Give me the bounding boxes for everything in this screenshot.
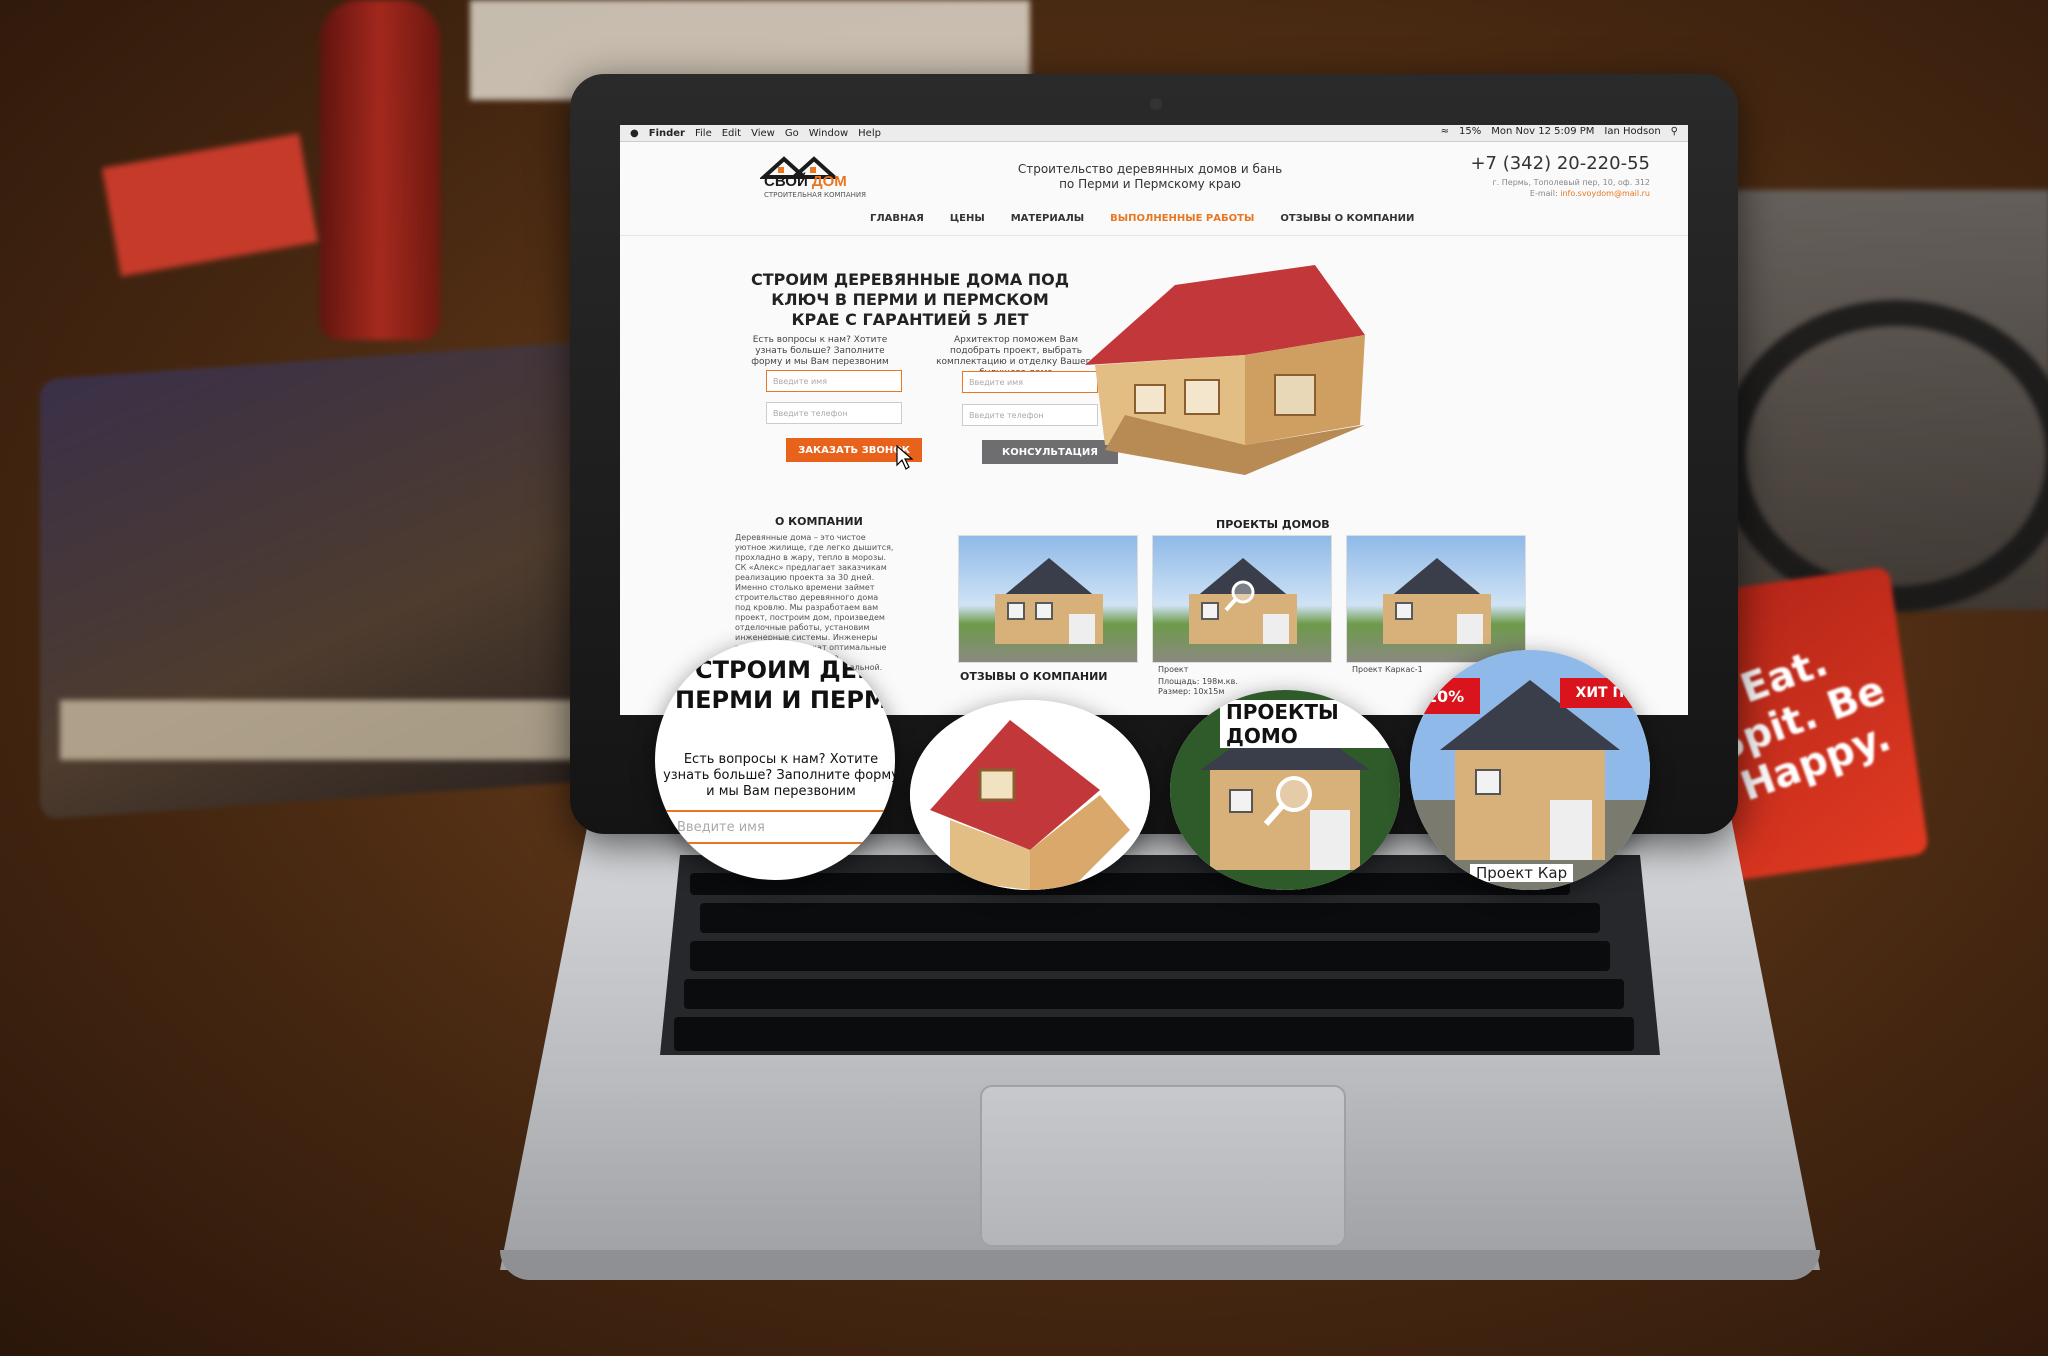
menu-window[interactable]: Window [809, 128, 848, 139]
clock[interactable]: Mon Nov 12 5:09 PM [1491, 126, 1594, 137]
battery-level[interactable]: 15% [1459, 126, 1481, 137]
project-caption[interactable]: Проект [1158, 665, 1188, 674]
logo-text[interactable]: СВОЙ ДОМ [764, 173, 847, 190]
address-line: г. Пермь, Тополевый пер, 10, оф. 312 [1492, 178, 1650, 187]
menu-view[interactable]: View [751, 128, 775, 139]
zoom-projects-title: ПРОЕКТЫ ДОМО [1220, 700, 1400, 748]
bottle [320, 0, 440, 340]
project-window [1035, 602, 1053, 620]
email-line: E-mail: info.svoydom@mail.ru [1340, 188, 1650, 199]
project-window [1007, 602, 1025, 620]
header-phone[interactable]: +7 (342) 20-220-55 [1390, 153, 1650, 174]
menu-edit[interactable]: Edit [722, 128, 741, 139]
reviews-title: ОТЗЫВЫ О КОМПАНИИ [960, 670, 1108, 683]
hero-title: СТРОИМ ДЕРЕВЯННЫЕ ДОМА ПОД КЛЮЧ В ПЕРМИ … [750, 270, 1070, 329]
hero-house-image [1085, 265, 1365, 475]
trackpad[interactable] [980, 1085, 1346, 1247]
form1-phone-input[interactable]: Введите телефон [766, 402, 902, 424]
book-pages [60, 700, 600, 760]
form1-text: Есть вопросы к нам? Хотите узнать больше… [751, 335, 889, 367]
project-size: Размер: 10х15м [1158, 687, 1225, 696]
project-window [1201, 602, 1219, 620]
wifi-icon[interactable]: ≈ [1441, 126, 1449, 137]
project-area: Площадь: 198м.кв. [1158, 677, 1238, 686]
project-window [1395, 602, 1413, 620]
menu-go[interactable]: Go [785, 128, 799, 139]
menu-file[interactable]: File [695, 128, 712, 139]
project-card[interactable] [1152, 535, 1332, 663]
zoom-circle-projects: ПРОЕКТЫ ДОМО [1170, 690, 1400, 890]
zoom-form-text: Есть вопросы к нам? Хотите узнать больше… [663, 752, 895, 799]
search-icon[interactable]: ⚲ [1671, 126, 1678, 137]
logo-subtitle: СТРОИТЕЛЬНАЯ КОМПАНИЯ [764, 191, 866, 199]
form1-name-input[interactable]: Введите имя [766, 370, 902, 392]
project-card[interactable] [958, 535, 1138, 663]
zoom-project-caption: Проект Кар [1470, 864, 1574, 882]
zoom-magnifier-icon[interactable] [1223, 578, 1259, 614]
red-box [101, 133, 319, 277]
mac-menubar: ● Finder File Edit View Go Window Help ≈… [620, 125, 1688, 142]
hit-badge: ХИТ ПР [1560, 678, 1650, 708]
menu-finder[interactable]: Finder [649, 128, 685, 139]
menu-help[interactable]: Help [858, 128, 881, 139]
project-card[interactable] [1346, 535, 1526, 663]
main-nav: ГЛАВНАЯ ЦЕНЫ МАТЕРИАЛЫ ВЫПОЛНЕННЫЕ РАБОТ… [870, 213, 1414, 224]
key-row [674, 1017, 1634, 1051]
camera [1150, 98, 1162, 110]
zoom-house-image [910, 700, 1150, 890]
zoom-magnifier-icon[interactable] [1260, 770, 1320, 830]
zoom-hero-title-2: ПЕРМИ И ПЕРМС [675, 686, 895, 714]
status-area: ≈ 15% Mon Nov 12 5:09 PM Ian Hodson ⚲ [1441, 126, 1678, 137]
zoom-circle-form: СТРОИМ ДЕР ПЕРМИ И ПЕРМС Есть вопросы к … [655, 640, 895, 880]
discount-badge: 10% [1410, 678, 1480, 714]
project-caption[interactable]: Проект Каркас-1 [1352, 665, 1423, 674]
header-tagline: Строительство деревянных домов и бань по… [1017, 162, 1283, 191]
email-link[interactable]: info.svoydom@mail.ru [1560, 189, 1650, 198]
apple-icon[interactable]: ● [630, 128, 639, 139]
zoom-circle-hit: 10% ХИТ ПР Проект Кар [1410, 650, 1650, 890]
logo-word-a: СВОЙ [764, 173, 808, 190]
key-row [690, 941, 1610, 971]
key-row [684, 979, 1624, 1009]
about-title: О КОМПАНИИ [775, 515, 863, 528]
laptop-edge [500, 1250, 1820, 1280]
projects-title: ПРОЕКТЫ ДОМОВ [1216, 518, 1330, 531]
nav-reviews[interactable]: ОТЗЫВЫ О КОМПАНИИ [1280, 213, 1414, 224]
laptop-screen: ● Finder File Edit View Go Window Help ≈… [620, 125, 1688, 715]
zoom-hero-title: СТРОИМ ДЕР [695, 656, 875, 684]
key-row [690, 873, 1570, 895]
nav-works[interactable]: ВЫПОЛНЕННЫЕ РАБОТЫ [1110, 213, 1254, 224]
zoom-name-input[interactable]: Введите имя [655, 810, 895, 844]
zoom-circle-house [910, 700, 1150, 890]
key-row [700, 903, 1600, 933]
logo-word-b: ДОМ [811, 173, 847, 190]
project-garage [1263, 614, 1289, 644]
header-address: г. Пермь, Тополевый пер, 10, оф. 312 E-m… [1340, 177, 1650, 199]
project-garage [1457, 614, 1483, 644]
nav-prices[interactable]: ЦЕНЫ [950, 213, 985, 224]
cursor-icon [896, 445, 914, 470]
header-divider [620, 235, 1688, 236]
nav-home[interactable]: ГЛАВНАЯ [870, 213, 924, 224]
nav-materials[interactable]: МАТЕРИАЛЫ [1011, 213, 1084, 224]
project-garage [1069, 614, 1095, 644]
email-label: E-mail: [1529, 189, 1558, 198]
user-name[interactable]: Ian Hodson [1604, 126, 1660, 137]
